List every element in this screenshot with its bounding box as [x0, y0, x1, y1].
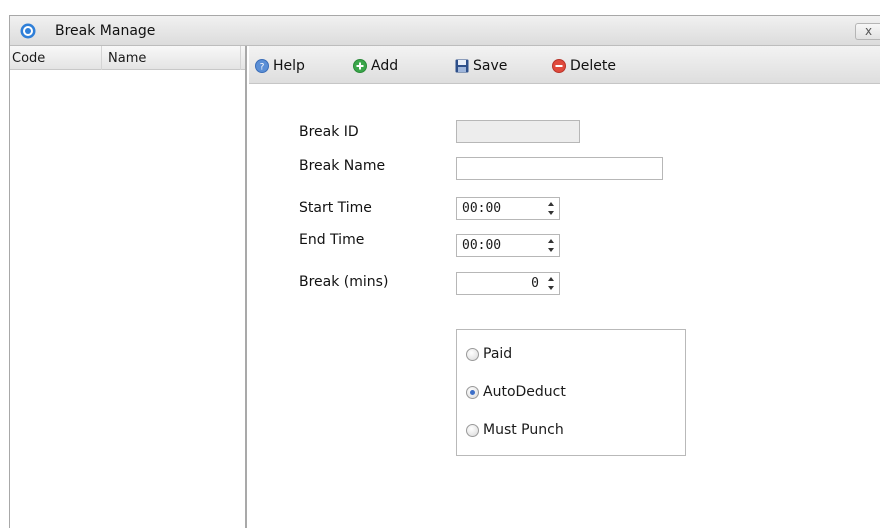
radio-paid[interactable]: Paid [466, 346, 512, 362]
help-label: Help [273, 58, 305, 74]
radio-must-punch-label: Must Punch [483, 422, 564, 438]
break-list-panel: Code Name [10, 46, 247, 528]
add-button[interactable]: Add [353, 56, 398, 76]
break-id-label: Break ID [299, 124, 359, 140]
list-header: Code Name [10, 46, 245, 70]
delete-label: Delete [570, 58, 616, 74]
delete-button[interactable]: Delete [552, 56, 616, 76]
clock-icon [20, 23, 36, 39]
detail-panel: ? Help Add Save Delete Break ID Break Na… [249, 46, 880, 528]
save-icon [455, 59, 469, 73]
break-manage-window: Break Manage x Code Name ? Help Add Save… [9, 15, 880, 528]
window-title: Break Manage [55, 23, 156, 39]
break-mins-label: Break (mins) [299, 274, 389, 290]
break-name-field[interactable] [456, 157, 663, 180]
add-icon [353, 59, 367, 73]
save-button[interactable]: Save [455, 56, 507, 76]
radio-autodeduct-label: AutoDeduct [483, 384, 566, 400]
end-time-label: End Time [299, 232, 365, 248]
add-label: Add [371, 58, 399, 74]
toolbar: ? Help Add Save Delete [249, 46, 880, 84]
break-name-label: Break Name [299, 158, 386, 174]
start-time-label: Start Time [299, 200, 372, 216]
spin-arrows-icon[interactable] [546, 275, 556, 292]
radio-autodeduct[interactable]: AutoDeduct [466, 384, 566, 400]
radio-paid-button[interactable] [466, 347, 479, 361]
break-id-field[interactable] [456, 120, 580, 143]
title-bar: Break Manage x [10, 16, 880, 46]
end-time-spinner[interactable]: 00:00 [456, 234, 560, 257]
help-icon: ? [255, 59, 269, 73]
save-label: Save [473, 58, 508, 74]
pay-type-group: Paid AutoDeduct Must Punch [456, 329, 686, 456]
column-header-code[interactable]: Code [10, 46, 102, 70]
spin-arrows-icon[interactable] [546, 237, 556, 254]
radio-must-punch-button[interactable] [466, 423, 479, 437]
spin-arrows-icon[interactable] [546, 200, 556, 217]
close-icon: x [865, 24, 873, 38]
start-time-value: 00:00 [462, 201, 502, 216]
close-button[interactable]: x [855, 23, 880, 40]
break-mins-spinner[interactable]: 0 [456, 272, 560, 295]
break-mins-value: 0 [531, 276, 539, 291]
column-header-name[interactable]: Name [102, 46, 241, 70]
end-time-value: 00:00 [462, 238, 502, 253]
svg-text:?: ? [260, 63, 265, 73]
radio-must-punch[interactable]: Must Punch [466, 422, 564, 438]
delete-icon [552, 59, 566, 73]
radio-paid-label: Paid [483, 346, 513, 362]
help-button[interactable]: ? Help [255, 56, 305, 76]
radio-autodeduct-button[interactable] [466, 385, 479, 399]
start-time-spinner[interactable]: 00:00 [456, 197, 560, 220]
